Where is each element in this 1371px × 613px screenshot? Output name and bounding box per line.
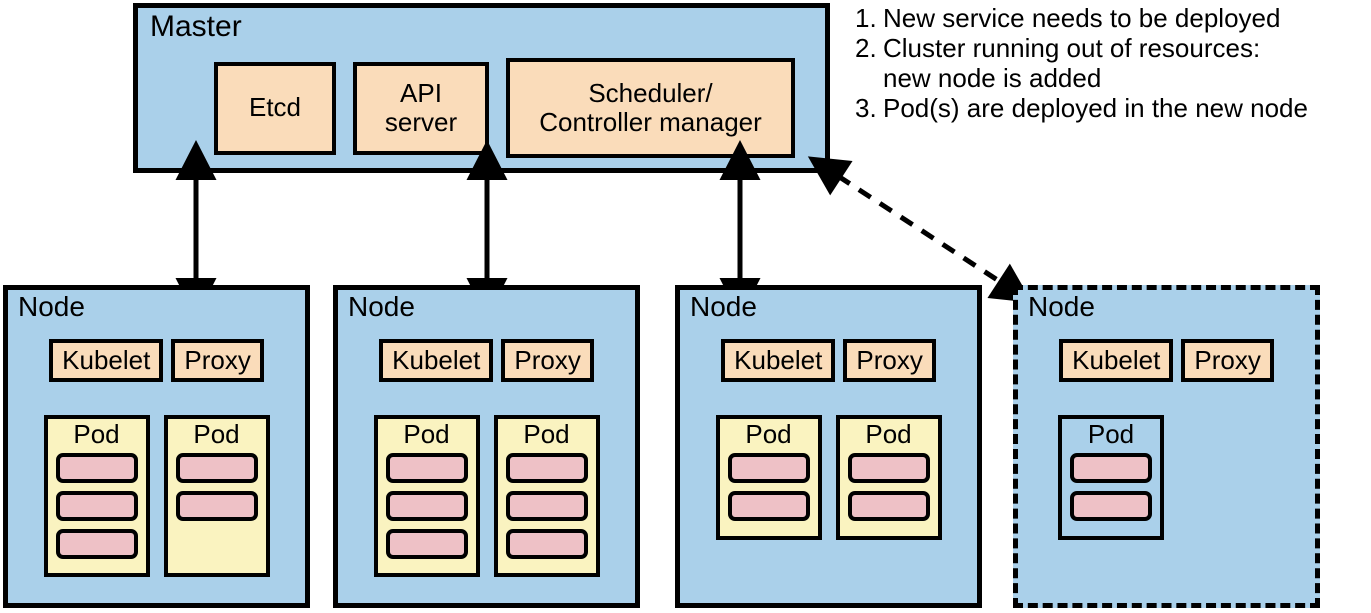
node-1-pod-2-label: Pod: [193, 419, 240, 449]
master-to-new-node-arrow: [807, 156, 1033, 303]
node-1-proxy-box: Proxy: [171, 339, 264, 382]
legend-item-2-continuation: new node is added: [883, 63, 1102, 94]
node-4-pod-1: Pod: [1058, 415, 1164, 540]
node-3-pod-2-container-2: [847, 491, 930, 522]
node-box-1: Node Kubelet Proxy Pod Pod: [3, 285, 310, 608]
node-2-pod-2-container-3: [505, 529, 588, 560]
kubernetes-architecture-diagram: Master Etcd API server Scheduler/ Contro…: [0, 0, 1371, 613]
legend-item-2: 2. Cluster running out of resources:: [855, 33, 1371, 63]
node-4-pod-1-label: Pod: [1087, 419, 1135, 449]
node-1-pods-row: Pod Pod: [8, 415, 305, 577]
node-1-pod-1-container-2: [55, 491, 138, 522]
node-4-kubelet-box: Kubelet: [1059, 339, 1174, 382]
node-3-pods-row: Pod Pod: [680, 415, 977, 540]
node-box-2: Node Kubelet Proxy Pod Pod: [333, 285, 640, 608]
node-2-pod-1-container-2: [385, 491, 468, 522]
node-3-pod-2-label: Pod: [865, 419, 912, 449]
node-1-pod-2: Pod: [163, 415, 270, 577]
master-node-box: Master Etcd API server Scheduler/ Contro…: [133, 3, 830, 173]
legend: 1. New service needs to be deployed 2. C…: [855, 3, 1371, 124]
master-title: Master: [150, 10, 242, 43]
node-1-pod-1: Pod: [43, 415, 150, 577]
etcd-box: Etcd: [214, 61, 336, 155]
node-3-pod-2: Pod: [835, 415, 942, 540]
node-3-pod-1: Pod: [715, 415, 822, 540]
node-1-pod-1-container-1: [55, 453, 138, 484]
node-3-pod-2-container-1: [847, 453, 930, 484]
node-2-pod-1-container-3: [385, 529, 468, 560]
node-4-proxy-box: Proxy: [1181, 339, 1274, 382]
node-4-pod-1-container-2: [1070, 491, 1152, 522]
master-components-row: Etcd API server Scheduler/ Controller ma…: [138, 53, 825, 163]
legend-item-2-number: 2.: [855, 33, 877, 64]
node-1-title: Node: [18, 291, 85, 322]
node-2-pod-1: Pod: [373, 415, 480, 577]
legend-item-1-text: New service needs to be deployed: [883, 3, 1281, 33]
node-2-pod-2: Pod: [493, 415, 600, 577]
api-server-box: API server: [353, 61, 489, 155]
node-2-pod-1-container-1: [385, 453, 468, 484]
node-2-title: Node: [348, 291, 415, 322]
node-box-4-new: Node Kubelet Proxy Pod: [1013, 285, 1320, 608]
node-1-pod-1-label: Pod: [73, 419, 120, 449]
node-2-pod-1-label: Pod: [403, 419, 450, 449]
node-1-kubelet-box: Kubelet: [49, 339, 164, 382]
node-3-pod-1-container-1: [727, 453, 810, 484]
scheduler-controller-manager-box: Scheduler/ Controller manager: [506, 58, 795, 158]
node-4-pod-1-container-1: [1070, 453, 1152, 484]
legend-item-1: 1. New service needs to be deployed: [855, 3, 1371, 33]
node-1-pod-2-container-1: [175, 453, 258, 484]
node-3-kubelet-box: Kubelet: [721, 339, 836, 382]
node-1-pod-2-container-2: [175, 491, 258, 522]
node-3-title: Node: [690, 291, 757, 322]
node-2-agents-row: Kubelet Proxy: [338, 339, 635, 382]
node-2-proxy-box: Proxy: [501, 339, 594, 382]
legend-item-1-number: 1.: [855, 3, 877, 33]
node-2-pod-2-label: Pod: [523, 419, 570, 449]
node-2-pod-2-container-1: [505, 453, 588, 484]
node-4-pods-row: Pod: [1018, 415, 1355, 540]
node-3-pod-1-label: Pod: [745, 419, 792, 449]
legend-item-2-text: Cluster running out of resources:: [883, 33, 1261, 64]
legend-item-3-text: Pod(s) are deployed in the new node: [883, 93, 1308, 124]
node-3-pod-1-container-2: [727, 491, 810, 522]
node-4-title: Node: [1028, 291, 1095, 322]
legend-item-3: 3. Pod(s) are deployed in the new node: [855, 93, 1371, 123]
node-4-agents-row: Kubelet Proxy: [1018, 339, 1315, 382]
node-3-proxy-box: Proxy: [843, 339, 936, 382]
node-1-agents-row: Kubelet Proxy: [8, 339, 305, 382]
node-2-pods-row: Pod Pod: [338, 415, 635, 577]
node-2-kubelet-box: Kubelet: [379, 339, 494, 382]
node-2-pod-2-container-2: [505, 491, 588, 522]
node-3-agents-row: Kubelet Proxy: [680, 339, 977, 382]
node-1-pod-1-container-3: [55, 529, 138, 560]
legend-item-3-number: 3.: [855, 93, 877, 124]
node-box-3: Node Kubelet Proxy Pod Pod: [675, 285, 982, 608]
